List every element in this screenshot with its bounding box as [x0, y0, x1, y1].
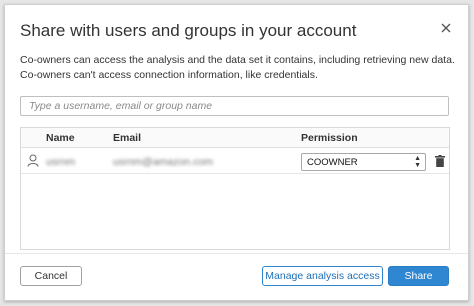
permission-select[interactable]: COOWNER ▲ ▼ — [301, 153, 426, 171]
description-line-1: Co-owners can access the analysis and th… — [20, 54, 455, 66]
select-arrows-icon: ▲ ▼ — [414, 155, 421, 169]
column-header-permission: Permission — [301, 132, 358, 144]
manage-analysis-access-button[interactable]: Manage analysis access — [262, 266, 383, 286]
dialog-description: Co-owners can access the analysis and th… — [20, 53, 460, 83]
description-line-2: Co-owners can't access connection inform… — [20, 69, 318, 81]
user-name: usrnm — [46, 156, 76, 168]
dialog-title: Share with users and groups in your acco… — [20, 21, 357, 40]
permissions-table: Name Email Permission usrnm usrnm@amazon… — [20, 127, 450, 250]
user-icon — [27, 154, 39, 170]
user-email: usrnm@amazon.com — [113, 156, 213, 168]
trash-icon[interactable] — [435, 155, 445, 170]
permission-value: COOWNER — [307, 157, 358, 168]
column-header-email: Email — [113, 132, 142, 144]
search-input[interactable] — [20, 96, 449, 116]
close-icon[interactable] — [438, 20, 454, 36]
share-button[interactable]: Share — [388, 266, 449, 286]
footer-divider — [5, 253, 468, 254]
share-dialog: Share with users and groups in your acco… — [4, 4, 469, 301]
cancel-button[interactable]: Cancel — [20, 266, 82, 286]
table-header: Name Email Permission — [21, 128, 449, 148]
table-row: usrnm usrnm@amazon.com COOWNER ▲ ▼ — [21, 149, 449, 174]
column-header-name: Name — [46, 132, 75, 144]
